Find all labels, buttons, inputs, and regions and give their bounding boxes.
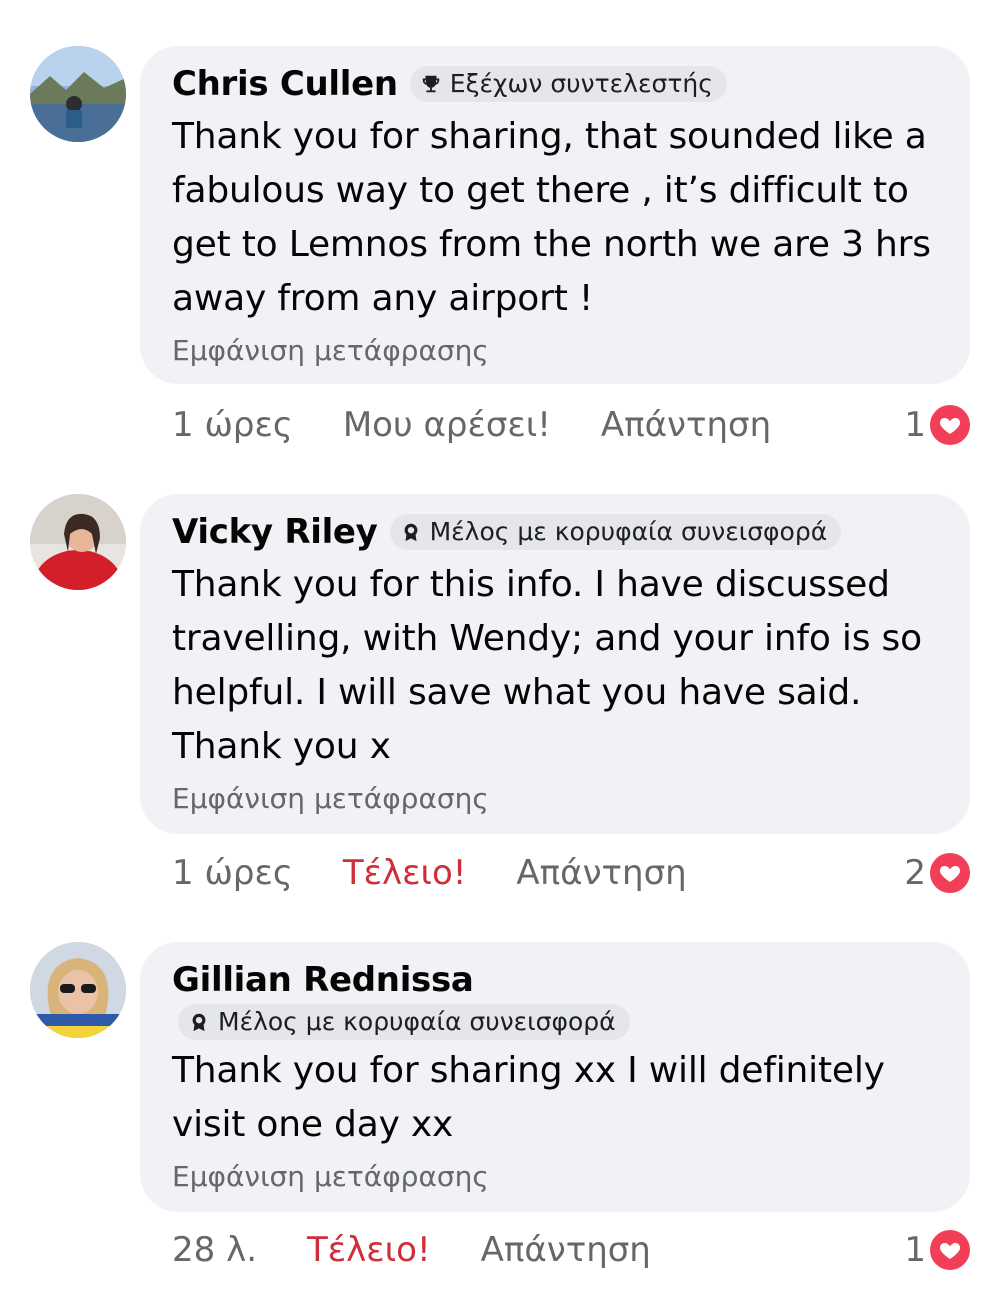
author-name[interactable]: Vicky Riley	[172, 512, 378, 552]
author-row: Gillian Rednissa	[172, 956, 940, 1004]
author-row: Chris Cullen Εξέχων συντελεστής	[172, 60, 940, 108]
badge-label: Εξέχων συντελεστής	[449, 69, 713, 98]
comment-text: Thank you for this info. I have discusse…	[172, 564, 922, 767]
contributor-badge[interactable]: Μέλος με κορυφαία συνεισφορά	[178, 1004, 630, 1040]
author-name[interactable]: Chris Cullen	[172, 64, 398, 104]
comment-bubble: Chris Cullen Εξέχων συντελεστής Thank yo…	[140, 46, 970, 384]
reply-button[interactable]: Απάντηση	[516, 853, 686, 893]
avatar[interactable]	[30, 46, 126, 142]
reaction-count: 2	[904, 853, 926, 893]
author-row: Vicky Riley Μέλος με κορυφαία συνεισφορά	[172, 508, 940, 556]
contributor-badge[interactable]: Μέλος με κορυφαία συνεισφορά	[389, 514, 842, 550]
comment-text: Thank you for sharing xx I will definite…	[172, 1050, 885, 1145]
reaction-summary[interactable]: 1	[904, 1225, 972, 1275]
contributor-badge[interactable]: Εξέχων συντελεστής	[409, 66, 727, 102]
reply-button[interactable]: Απάντηση	[481, 1230, 651, 1270]
comment-bubble: Vicky Riley Μέλος με κορυφαία συνεισφορά…	[140, 494, 970, 834]
see-translation-link[interactable]: Εμφάνιση μετάφρασης	[172, 334, 940, 367]
comment-bubble: Gillian Rednissa Μέλος με κορυφαία συνει…	[140, 942, 970, 1212]
see-translation-link[interactable]: Εμφάνιση μετάφρασης	[172, 1160, 940, 1193]
avatar-photo	[30, 942, 126, 1038]
comment-actions: 1 ώρες Τέλειο! Απάντηση 2	[172, 848, 972, 898]
comment-text: Thank you for sharing, that sounded like…	[172, 116, 931, 319]
comment-timestamp[interactable]: 1 ώρες	[172, 405, 293, 445]
avatar[interactable]	[30, 494, 126, 590]
heart-icon	[928, 403, 972, 447]
reaction-count: 1	[904, 405, 926, 445]
reaction-summary[interactable]: 2	[904, 848, 972, 898]
like-button[interactable]: Μου αρέσει!	[343, 405, 551, 445]
comment-actions: 1 ώρες Μου αρέσει! Απάντηση 1	[172, 400, 972, 450]
avatar-photo	[30, 46, 126, 142]
avatar-photo	[30, 494, 126, 590]
rosette-icon	[192, 1013, 206, 1031]
like-button[interactable]: Τέλειο!	[307, 1230, 431, 1270]
comment-actions: 28 λ. Τέλειο! Απάντηση 1	[172, 1225, 972, 1275]
badge-label: Μέλος με κορυφαία συνεισφορά	[218, 1007, 616, 1036]
reaction-count: 1	[904, 1230, 926, 1270]
author-name[interactable]: Gillian Rednissa	[172, 960, 474, 1000]
heart-icon	[928, 851, 972, 895]
rosette-icon	[404, 523, 417, 541]
heart-icon	[928, 1228, 972, 1272]
comment-timestamp[interactable]: 1 ώρες	[172, 853, 293, 893]
see-translation-link[interactable]: Εμφάνιση μετάφρασης	[172, 782, 940, 815]
like-button[interactable]: Τέλειο!	[343, 853, 467, 893]
reaction-summary[interactable]: 1	[904, 400, 972, 450]
avatar[interactable]	[30, 942, 126, 1038]
trophy-icon	[422, 75, 440, 92]
comment-timestamp[interactable]: 28 λ.	[172, 1230, 257, 1270]
reply-button[interactable]: Απάντηση	[601, 405, 771, 445]
badge-label: Μέλος με κορυφαία συνεισφορά	[429, 517, 828, 546]
